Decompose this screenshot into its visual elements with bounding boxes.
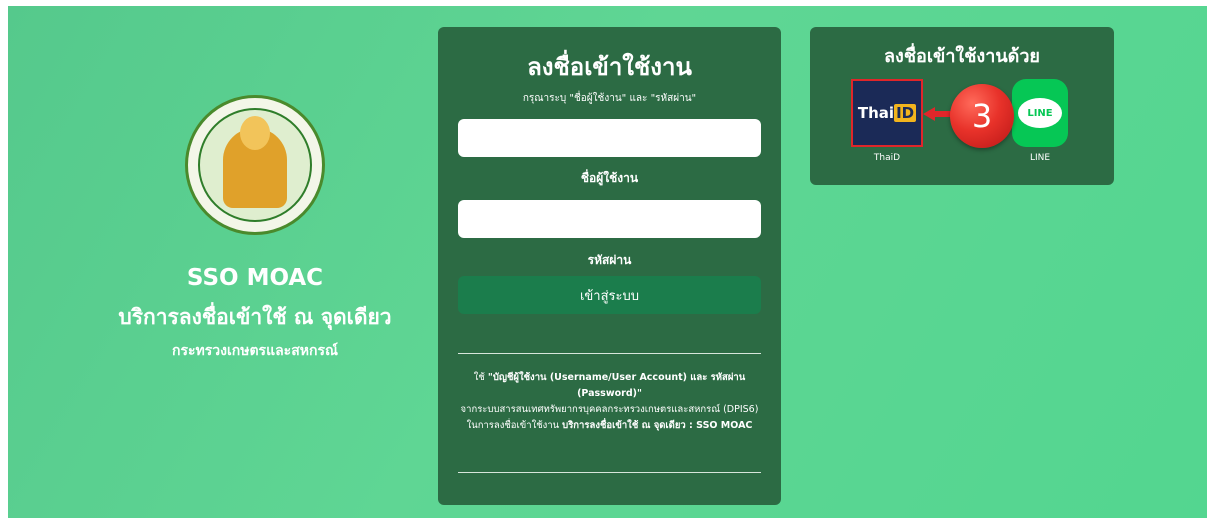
brand-title: SSO MOAC — [186, 265, 324, 291]
thaid-logo-icon: Thai ID — [857, 104, 917, 122]
brand-panel: SSO MOAC บริการลงชื่อเข้าใช้ ณ จุดเดียว … — [100, 95, 410, 362]
thaid-login-button[interactable]: Thai ID — [851, 79, 923, 147]
note-prefix: ใช้ — [473, 372, 488, 383]
step-number-badge: 3 — [950, 84, 1014, 148]
login-card: ลงชื่อเข้าใช้งาน กรุณาระบุ "ชื่อผู้ใช้งา… — [438, 27, 781, 505]
thaid-logo-id: ID — [894, 104, 917, 122]
note-account-bold: "บัญชีผู้ใช้งาน (Username/User Account) … — [487, 372, 746, 399]
username-label: ชื่อผู้ใช้งาน — [580, 171, 639, 185]
thaid-label: ThaiD — [873, 153, 901, 163]
divider-top — [458, 353, 761, 354]
thaid-logo-text: Thai — [857, 104, 895, 122]
login-title: ลงชื่อเข้าใช้งาน — [527, 53, 692, 81]
login-note: ใช้ "บัญชีผู้ใช้งาน (Username/User Accou… — [448, 370, 771, 434]
login-hint: กรุณาระบุ "ชื่อผู้ใช้งาน" และ "รหัสผ่าน" — [522, 93, 697, 104]
login-button[interactable]: เข้าสู่ระบบ — [458, 276, 761, 314]
line-label: LINE — [1029, 153, 1051, 163]
brand-ministry: กระทรวงเกษตรและสหกรณ์ — [172, 343, 338, 359]
divider-bottom — [458, 472, 761, 473]
seal-crown — [240, 116, 270, 150]
password-label: รหัสผ่าน — [587, 253, 632, 267]
username-input[interactable] — [458, 119, 761, 157]
brand-subtitle: บริการลงชื่อเข้าใช้ ณ จุดเดียว — [118, 305, 392, 329]
social-login-title: ลงชื่อเข้าใช้งานด้วย — [884, 46, 1040, 67]
line-login-button[interactable]: LINE — [1012, 79, 1068, 147]
ministry-seal-logo — [185, 95, 325, 235]
note-service-bold: บริการลงชื่อเข้าใช้ ณ จุดเดียว : SSO MOA… — [562, 420, 753, 431]
note-source: จากระบบสารสนเทศทรัพยากรบุคคลกระทรวงเกษตร… — [460, 404, 759, 415]
note-suffix-prefix: ในการลงชื่อเข้าใช้งาน — [466, 420, 563, 431]
password-input[interactable] — [458, 200, 761, 238]
social-login-card: ลงชื่อเข้าใช้งานด้วย Thai ID ThaiD LINE L… — [810, 27, 1114, 185]
line-logo-icon: LINE — [1018, 98, 1062, 128]
